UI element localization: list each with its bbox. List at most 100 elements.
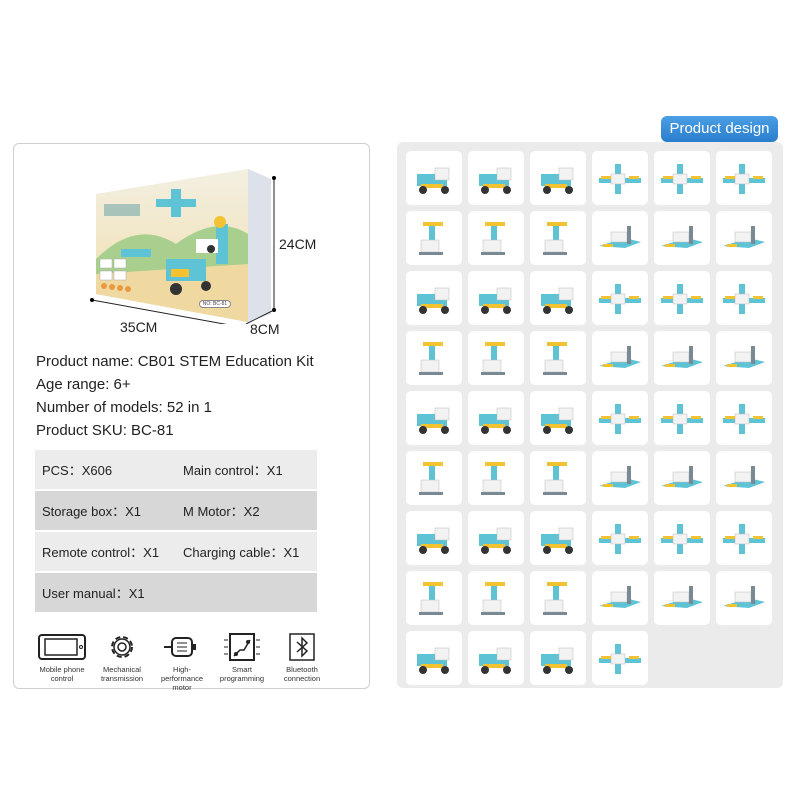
model-tile	[654, 391, 710, 445]
model-image	[599, 524, 641, 554]
gear-icon	[111, 636, 133, 658]
model-tile	[592, 331, 648, 385]
table-cell: PCS：X606	[42, 463, 113, 478]
model-tile	[406, 271, 462, 325]
model-image	[723, 404, 765, 434]
model-image	[543, 462, 567, 495]
box-height-label: 24CM	[279, 236, 317, 252]
model-tile	[406, 511, 462, 565]
model-tile	[530, 571, 586, 625]
table-cell: Storage box：X1	[42, 504, 142, 519]
contents-table: PCS：X606 Main control：X1 Storage box：X1 M …	[35, 450, 317, 614]
model-image	[599, 346, 641, 368]
model-image	[661, 346, 703, 368]
product-sku: Product SKU: BC-81	[36, 422, 174, 439]
model-image	[661, 404, 703, 434]
model-tile	[530, 331, 586, 385]
model-image	[723, 524, 765, 554]
model-tile	[468, 211, 524, 265]
model-image	[481, 222, 505, 255]
model-count: Number of models: 52 in 1	[36, 399, 212, 416]
model-image	[599, 284, 641, 314]
product-design-badge: Product design	[661, 116, 778, 142]
model-tile	[654, 271, 710, 325]
model-tile	[592, 211, 648, 265]
model-tile	[406, 571, 462, 625]
model-image	[723, 164, 765, 194]
model-image	[723, 346, 765, 368]
box-depth-label: 8CM	[250, 321, 280, 337]
table-row: User manual：X1	[35, 573, 317, 612]
model-image	[723, 586, 765, 608]
model-image	[419, 342, 443, 375]
model-tile	[716, 331, 772, 385]
model-tile	[406, 151, 462, 205]
feature-mobile: Mobile phone control	[32, 632, 92, 692]
model-tile	[530, 211, 586, 265]
model-image	[599, 466, 641, 488]
model-tile	[654, 571, 710, 625]
model-tile	[530, 451, 586, 505]
model-tile	[406, 331, 462, 385]
table-cell: Remote control：X1	[42, 545, 160, 560]
feature-label: Mobile phone	[39, 665, 85, 674]
age-range: Age range: 6+	[36, 376, 131, 393]
model-tile	[716, 271, 772, 325]
mobile-phone-icon	[38, 634, 86, 660]
model-tile	[654, 331, 710, 385]
table-row: PCS：X606 Main control：X1	[35, 450, 317, 489]
model-image	[661, 226, 703, 248]
model-tile	[530, 271, 586, 325]
feature-label: Mechanical	[103, 665, 141, 674]
model-image	[417, 647, 450, 674]
model-image	[599, 226, 641, 248]
table-cell: M Motor：X2	[183, 504, 260, 519]
model-image	[479, 407, 512, 434]
model-tile	[530, 511, 586, 565]
model-grid	[397, 142, 783, 688]
model-tile	[406, 631, 462, 685]
table-cell: Main control：X1	[183, 463, 283, 478]
model-image	[599, 164, 641, 194]
model-tile	[468, 571, 524, 625]
model-image	[419, 582, 443, 615]
feature-label: control	[50, 674, 74, 683]
feature-label: motor	[172, 683, 192, 692]
model-tile	[468, 151, 524, 205]
model-tile	[654, 211, 710, 265]
model-tile	[654, 451, 710, 505]
model-image	[417, 527, 450, 554]
model-image	[419, 222, 443, 255]
feature-programming: Smart programming	[212, 632, 272, 692]
model-tile	[406, 451, 462, 505]
model-image	[599, 644, 641, 674]
model-tile	[716, 211, 772, 265]
table-row: Storage box：X1 M Motor：X2	[35, 491, 317, 530]
model-image	[543, 342, 567, 375]
bluetooth-icon	[289, 633, 315, 661]
model-image	[481, 462, 505, 495]
motor-icon	[164, 637, 196, 657]
model-image	[541, 167, 574, 194]
model-tile	[592, 151, 648, 205]
model-image	[419, 462, 443, 495]
model-image	[541, 407, 574, 434]
model-tile	[716, 451, 772, 505]
model-image	[541, 647, 574, 674]
model-image	[417, 287, 450, 314]
model-tile	[530, 391, 586, 445]
box-sku-tag: NO: BC-81	[199, 300, 231, 308]
model-image	[661, 284, 703, 314]
model-image	[661, 586, 703, 608]
table-cell: User manual：X1	[42, 586, 145, 601]
model-tile	[468, 271, 524, 325]
model-image	[661, 524, 703, 554]
feature-label: Smart	[231, 665, 252, 674]
model-image	[479, 527, 512, 554]
feature-label: programming	[219, 674, 265, 683]
feature-bluetooth: Bluetooth connection	[272, 632, 332, 692]
model-image	[543, 222, 567, 255]
circuit-icon	[224, 633, 260, 661]
model-tile	[468, 511, 524, 565]
model-image	[723, 284, 765, 314]
